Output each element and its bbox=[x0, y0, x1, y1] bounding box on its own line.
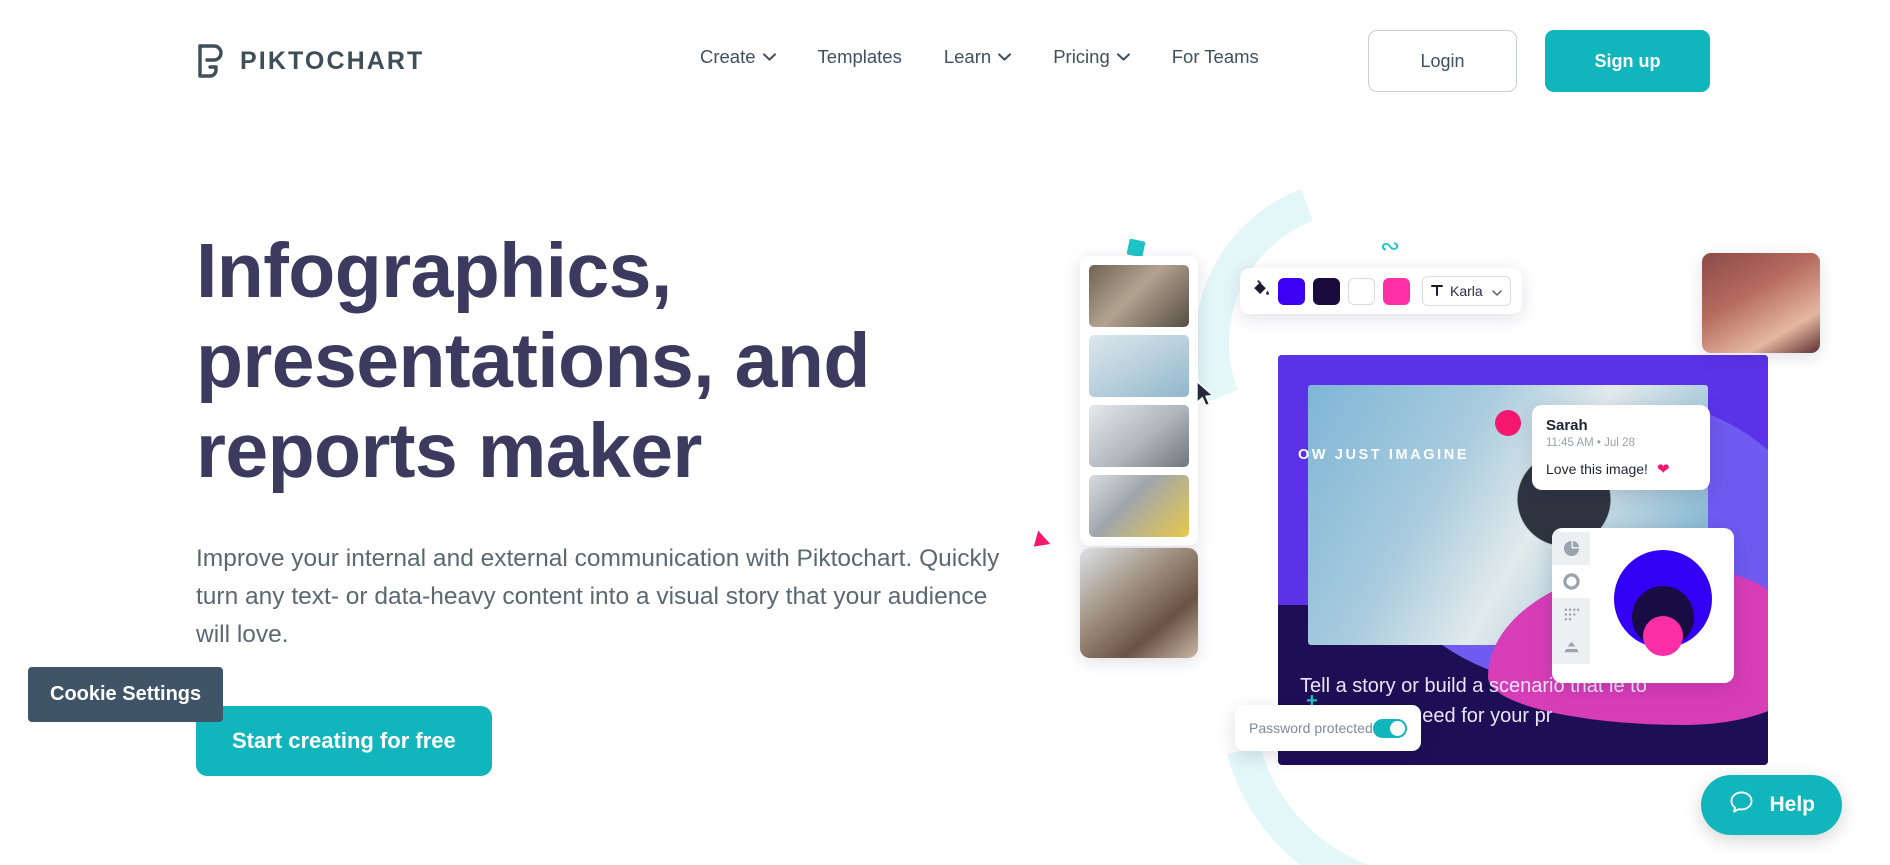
thumbnail-item[interactable] bbox=[1089, 475, 1189, 537]
editor-toolbar: Karla bbox=[1240, 268, 1522, 314]
login-button[interactable]: Login bbox=[1368, 30, 1517, 92]
chart-preview bbox=[1590, 528, 1734, 683]
signup-button[interactable]: Sign up bbox=[1545, 30, 1710, 92]
nav-item-templates[interactable]: Templates bbox=[818, 46, 902, 68]
nav-item-templates-label: Templates bbox=[817, 46, 902, 67]
landing-page: PIKTOCHART Create Templates Learn Pricin… bbox=[0, 0, 1890, 865]
nav-item-for-teams-label: For Teams bbox=[1171, 46, 1259, 67]
page-title: Infographics, presentations, and reports… bbox=[196, 228, 870, 495]
chevron-down-icon bbox=[998, 53, 1012, 61]
nav-item-create[interactable]: Create bbox=[700, 46, 776, 68]
thumbnail-item[interactable] bbox=[1089, 265, 1189, 327]
piktochart-logo-text: PIKTOCHART bbox=[240, 46, 425, 75]
password-protected-label: Password protected bbox=[1249, 720, 1373, 736]
mouse-cursor-icon bbox=[1195, 380, 1215, 413]
password-protected-card: Password protected bbox=[1235, 705, 1421, 751]
main-navigation: Create Templates Learn Pricing For Teams bbox=[700, 46, 1259, 68]
comment-author: Sarah bbox=[1546, 417, 1588, 434]
piktochart-logo-mark bbox=[196, 44, 226, 78]
chart-type-panel bbox=[1552, 528, 1734, 683]
paint-bucket-icon[interactable] bbox=[1251, 279, 1270, 303]
avatar-photo-top-right bbox=[1702, 253, 1820, 353]
password-protected-toggle[interactable] bbox=[1373, 718, 1407, 738]
chart-tool-rail bbox=[1552, 528, 1590, 683]
comment-message-row: Love this image! ❤ bbox=[1546, 460, 1696, 478]
thumbnail-item[interactable] bbox=[1089, 335, 1189, 397]
pyramid-chart-icon[interactable] bbox=[1552, 631, 1590, 664]
hero-content: Infographics, presentations, and reports… bbox=[196, 226, 1036, 777]
comment-card: Sarah 11:45 AM • Jul 28 Love this image!… bbox=[1532, 405, 1710, 490]
auth-actions: Login Sign up bbox=[1368, 30, 1710, 92]
font-family-value: Karla bbox=[1450, 283, 1483, 299]
nav-item-learn[interactable]: Learn bbox=[943, 46, 1012, 68]
color-swatch-white[interactable] bbox=[1348, 277, 1375, 305]
dot-grid-icon[interactable] bbox=[1552, 598, 1590, 631]
cookie-settings-button[interactable]: Cookie Settings bbox=[28, 667, 224, 722]
hero-subtitle: Improve your internal and external commu… bbox=[196, 545, 1000, 649]
heart-icon[interactable]: ❤ bbox=[1657, 460, 1670, 478]
text-format-icon bbox=[1431, 283, 1443, 299]
decorative-squiggle-icon: ∾ bbox=[1380, 233, 1401, 260]
chat-bubble-icon bbox=[1728, 789, 1755, 821]
nav-item-pricing[interactable]: Pricing bbox=[1053, 46, 1130, 68]
chevron-down-icon bbox=[762, 53, 776, 61]
canvas-pink-dot bbox=[1495, 410, 1521, 436]
comment-message: Love this image! bbox=[1546, 461, 1648, 477]
chevron-down-icon bbox=[1116, 53, 1130, 61]
chart-circle-pink bbox=[1643, 616, 1683, 656]
decorative-square-icon bbox=[1126, 238, 1146, 258]
donut-chart-icon[interactable] bbox=[1552, 565, 1590, 598]
color-swatch-navy[interactable] bbox=[1313, 277, 1340, 305]
thumbnail-item[interactable] bbox=[1089, 405, 1189, 467]
start-creating-button[interactable]: Start creating for free bbox=[196, 706, 492, 777]
font-family-select[interactable]: Karla bbox=[1422, 276, 1511, 306]
nav-item-learn-label: Learn bbox=[943, 46, 992, 67]
color-swatch-pink[interactable] bbox=[1383, 277, 1410, 305]
image-thumbnail-panel bbox=[1080, 256, 1198, 546]
piktochart-logo[interactable]: PIKTOCHART bbox=[196, 44, 424, 78]
help-widget-button[interactable]: Help bbox=[1701, 775, 1842, 835]
help-widget-label: Help bbox=[1769, 793, 1815, 816]
avatar-photo-bottom-left bbox=[1080, 548, 1198, 658]
chevron-down-icon bbox=[1492, 283, 1502, 299]
pie-chart-icon[interactable] bbox=[1552, 532, 1590, 565]
nav-item-pricing-label: Pricing bbox=[1053, 46, 1110, 67]
comment-timestamp: 11:45 AM • Jul 28 bbox=[1546, 437, 1635, 449]
nav-item-create-label: Create bbox=[700, 46, 756, 67]
color-swatch-blue[interactable] bbox=[1278, 277, 1305, 305]
hero-illustration: OW JUST IMAGINE Tell a story or build a … bbox=[1027, 125, 1820, 865]
canvas-kicker-text: OW JUST IMAGINE bbox=[1298, 447, 1470, 463]
nav-item-for-teams[interactable]: For Teams bbox=[1172, 46, 1259, 68]
site-header: PIKTOCHART Create Templates Learn Pricin… bbox=[0, 0, 1890, 101]
